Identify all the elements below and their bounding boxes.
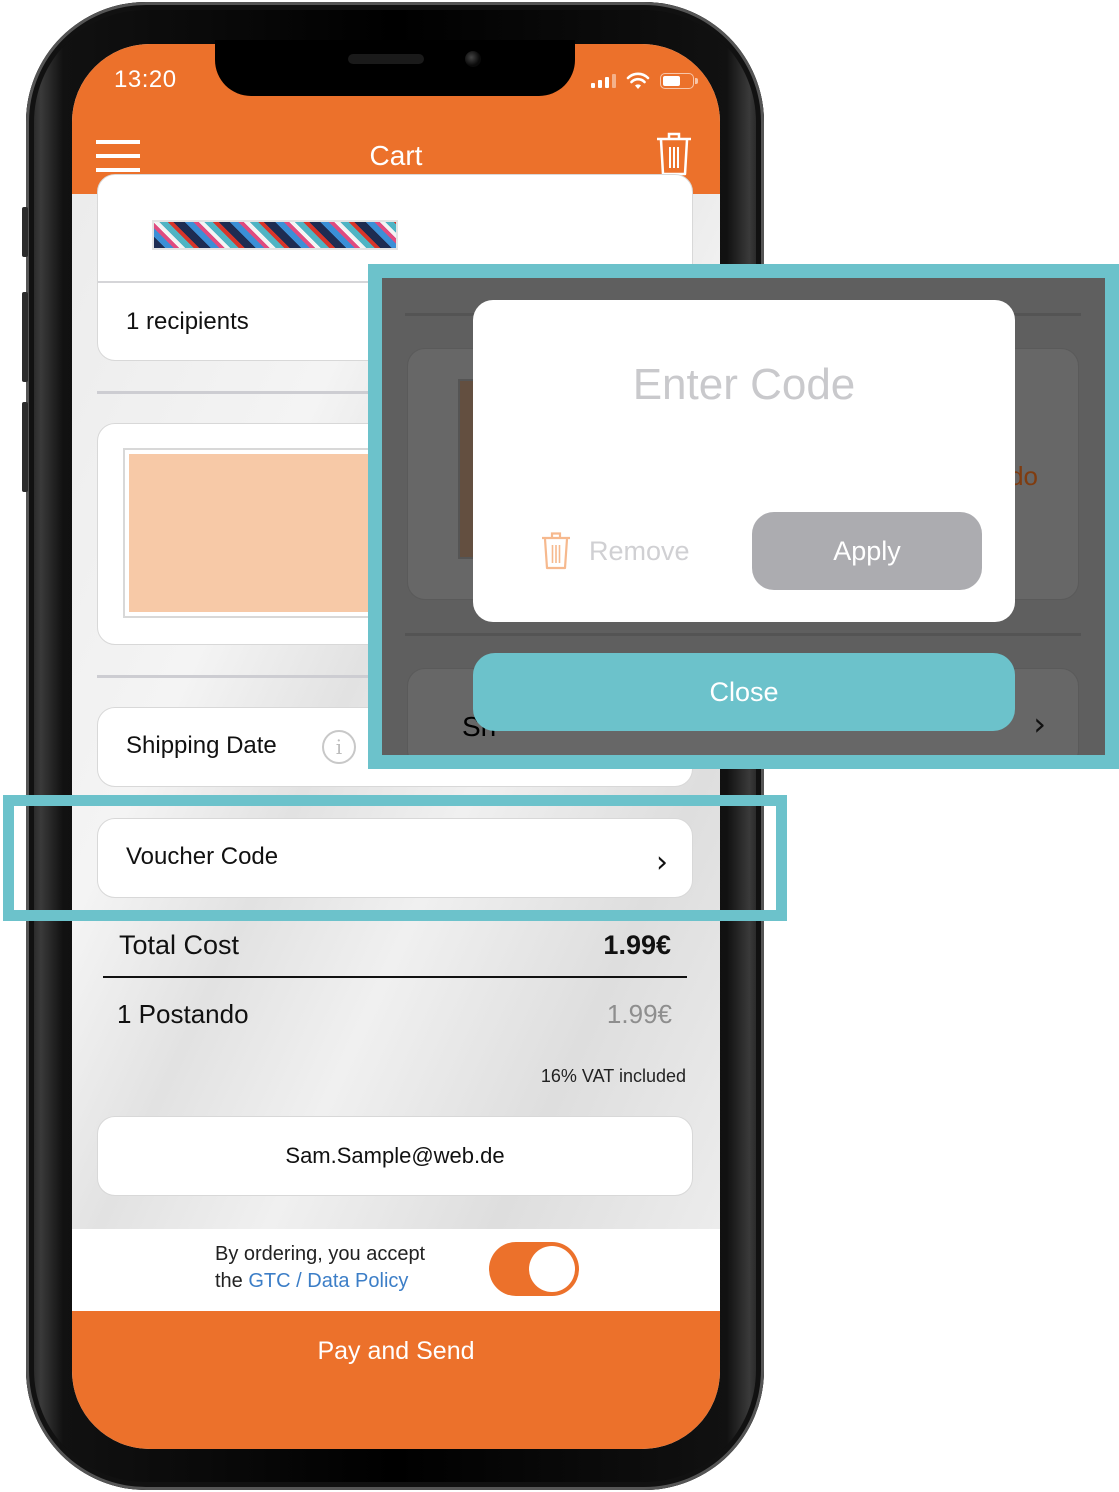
vat-note: 16% VAT included bbox=[540, 1066, 686, 1086]
total-divider bbox=[103, 976, 687, 978]
wifi-icon bbox=[626, 72, 650, 89]
voucher-code-input[interactable] bbox=[473, 360, 1015, 410]
voucher-dialog: Remove Apply bbox=[473, 300, 1015, 622]
page-title: Cart bbox=[369, 140, 423, 171]
line-item-label: 1 Postando bbox=[117, 999, 249, 1029]
total-cost-row: Total Cost 1.99€ bbox=[119, 930, 671, 961]
remove-voucher-button[interactable]: Remove bbox=[541, 532, 690, 570]
chevron-right-icon: › bbox=[656, 845, 668, 880]
terms-text: By ordering, you accept the GTC / Data P… bbox=[215, 1241, 425, 1295]
shipping-date-label: Shipping Date bbox=[126, 732, 277, 759]
toggle-knob bbox=[529, 1246, 575, 1292]
mute-switch bbox=[22, 207, 28, 257]
voucher-code-label: Voucher Code bbox=[126, 843, 279, 870]
remove-label: Remove bbox=[589, 535, 690, 566]
front-camera bbox=[465, 51, 481, 67]
volume-up-button bbox=[22, 292, 28, 382]
phone-notch bbox=[215, 40, 575, 96]
voucher-dialog-callout: do Sh › Remove Apply Close bbox=[368, 264, 1119, 769]
battery-icon bbox=[660, 73, 698, 89]
terms-line1: By ordering, you accept bbox=[215, 1243, 426, 1265]
speaker-grille bbox=[348, 54, 424, 64]
terms-prefix: the bbox=[215, 1270, 249, 1292]
volume-down-button bbox=[22, 402, 28, 492]
line-item-value: 1.99€ bbox=[606, 999, 672, 1029]
terms-bar: By ordering, you accept the GTC / Data P… bbox=[72, 1229, 720, 1311]
accept-terms-toggle[interactable] bbox=[489, 1242, 579, 1296]
close-button[interactable]: Close bbox=[473, 653, 1015, 731]
total-cost-value: 1.99€ bbox=[603, 930, 671, 960]
pay-and-send-button[interactable]: Pay and Send bbox=[72, 1311, 720, 1449]
status-icons bbox=[591, 72, 698, 90]
apply-button[interactable]: Apply bbox=[752, 512, 982, 590]
gtc-data-policy-link[interactable]: GTC / Data Policy bbox=[248, 1270, 408, 1292]
trash-icon bbox=[542, 532, 570, 570]
chevron-right-icon: › bbox=[1033, 705, 1046, 743]
postcard-thumbnail[interactable] bbox=[152, 220, 398, 250]
cellular-signal-icon bbox=[591, 74, 616, 88]
voucher-code-row[interactable]: Voucher Code › bbox=[97, 818, 693, 898]
recipients-label: 1 recipients bbox=[126, 308, 249, 335]
dimmed-divider bbox=[405, 633, 1081, 636]
email-field[interactable]: Sam.Sample@web.de bbox=[97, 1116, 693, 1196]
total-cost-label: Total Cost bbox=[119, 930, 240, 960]
trash-icon[interactable] bbox=[656, 132, 692, 176]
info-icon[interactable]: i bbox=[322, 730, 356, 764]
status-time: 13:20 bbox=[114, 66, 177, 93]
